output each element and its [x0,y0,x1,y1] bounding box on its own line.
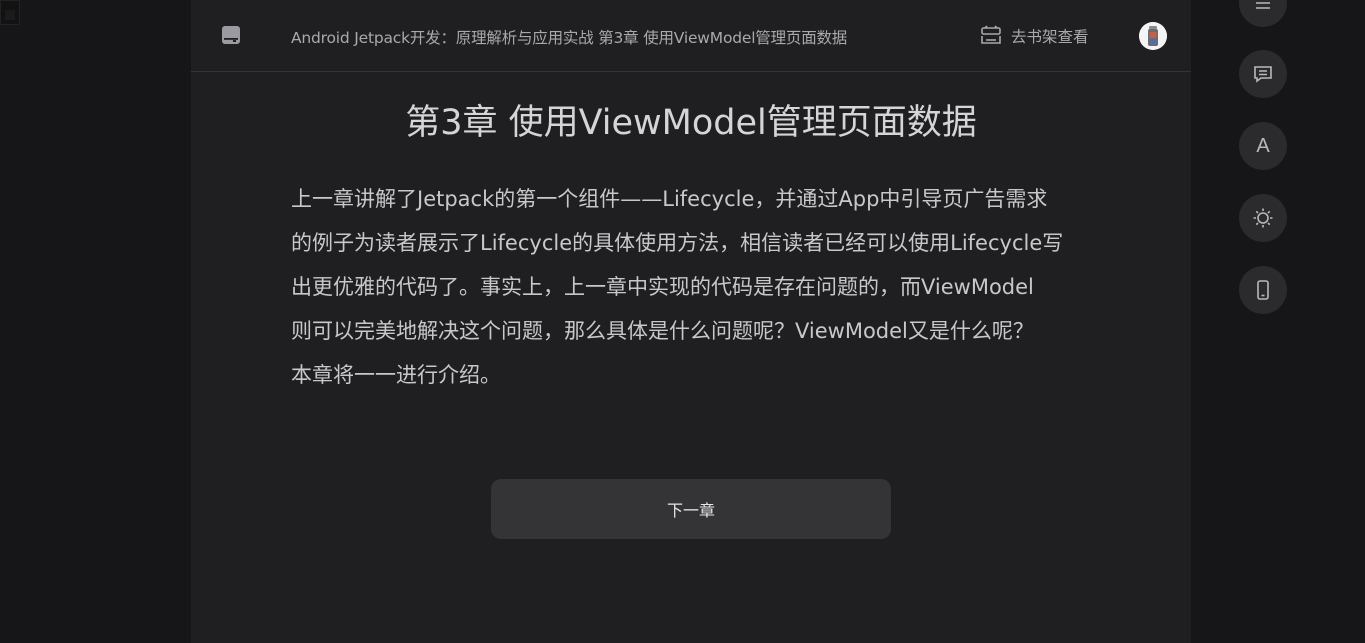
font-icon: A [1256,134,1270,157]
phone-icon [1257,280,1269,300]
mobile-reading-button[interactable] [1239,266,1287,314]
view-bookshelf-button[interactable]: 去书架查看 [979,24,1089,48]
avatar[interactable] [1139,22,1167,50]
paragraph-line: 出更优雅的代码了。事实上，上一章中实现的代码是存在问题的，而ViewModel [291,275,1034,299]
reader-header: Android Jetpack开发：原理解析与应用实战 第3章 使用ViewMo… [191,0,1191,72]
paragraph-line: 本章将一一进行介绍。 [291,363,501,387]
bookshelf-icon [981,25,1001,44]
next-chapter-button[interactable]: 下一章 [491,479,891,539]
corner-placeholder [0,0,20,25]
paragraph-line: 则可以完美地解决这个问题，那么具体是什么问题呢？ViewModel又是什么呢？ [291,319,1034,343]
catalog-button[interactable] [1239,0,1287,27]
avatar-image [1139,22,1167,50]
comment-button[interactable] [1239,50,1287,98]
brightness-icon [1253,208,1273,228]
comment-icon [1254,66,1272,83]
font-settings-button[interactable]: A [1239,122,1287,170]
menu-icon [1256,2,1270,9]
bookshelf-label: 去书架查看 [1011,28,1089,46]
book-title: Android Jetpack开发：原理解析与应用实战 第3章 使用ViewMo… [291,29,848,47]
chapter-paragraph: 上一章讲解了Jetpack的第一个组件——Lifecycle，并通过App中引导… [291,177,1091,397]
paragraph-line: 的例子为读者展示了Lifecycle的具体使用方法，相信读者已经可以使用Life… [291,231,1064,255]
reader-panel: Android Jetpack开发：原理解析与应用实战 第3章 使用ViewMo… [191,0,1191,643]
paragraph-line: 上一章讲解了Jetpack的第一个组件——Lifecycle，并通过App中引导… [291,187,1048,211]
chapter-title: 第3章 使用ViewModel管理页面数据 [405,103,977,143]
book-icon[interactable] [221,25,241,45]
brightness-button[interactable] [1239,194,1287,242]
